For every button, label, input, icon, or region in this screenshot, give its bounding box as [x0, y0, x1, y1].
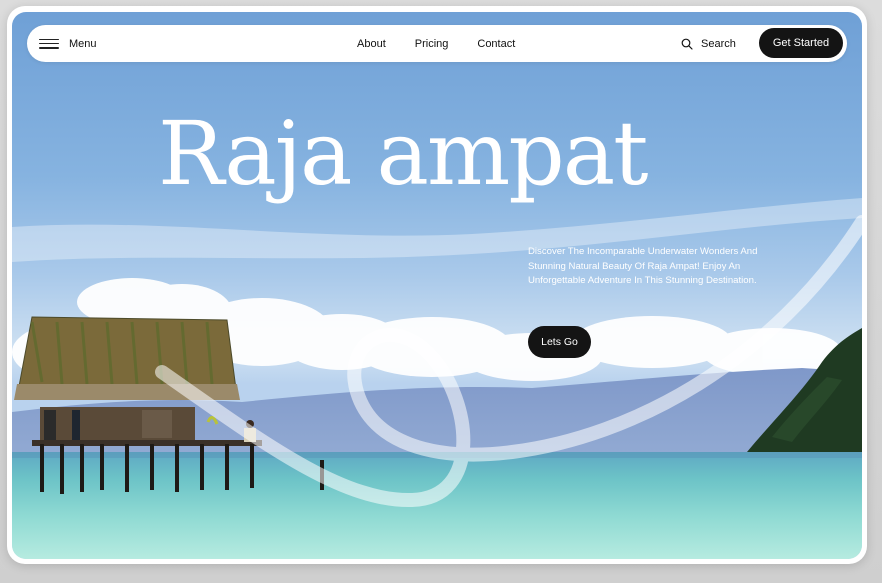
hero-title: Raja ampat — [158, 102, 649, 205]
search-label: Search — [701, 37, 736, 50]
menu-label: Menu — [69, 37, 97, 50]
nav-link-contact[interactable]: Contact — [477, 38, 515, 50]
search-button[interactable]: Search — [681, 25, 736, 62]
nav-link-pricing[interactable]: Pricing — [415, 38, 449, 50]
hamburger-icon — [39, 38, 59, 49]
get-started-button[interactable]: Get Started — [759, 28, 843, 58]
nav-links: About Pricing Contact — [357, 25, 515, 62]
lets-go-button[interactable]: Lets Go — [528, 326, 591, 358]
search-icon — [681, 38, 693, 50]
menu-button[interactable]: Menu — [39, 25, 97, 62]
top-navigation: Menu About Pricing Contact Search Get St… — [27, 25, 847, 62]
hero-description: Discover The Incomparable Underwater Won… — [528, 246, 758, 286]
hero-section: Raja ampat Discover The Incomparable Und… — [12, 12, 862, 559]
nav-link-about[interactable]: About — [357, 38, 386, 50]
